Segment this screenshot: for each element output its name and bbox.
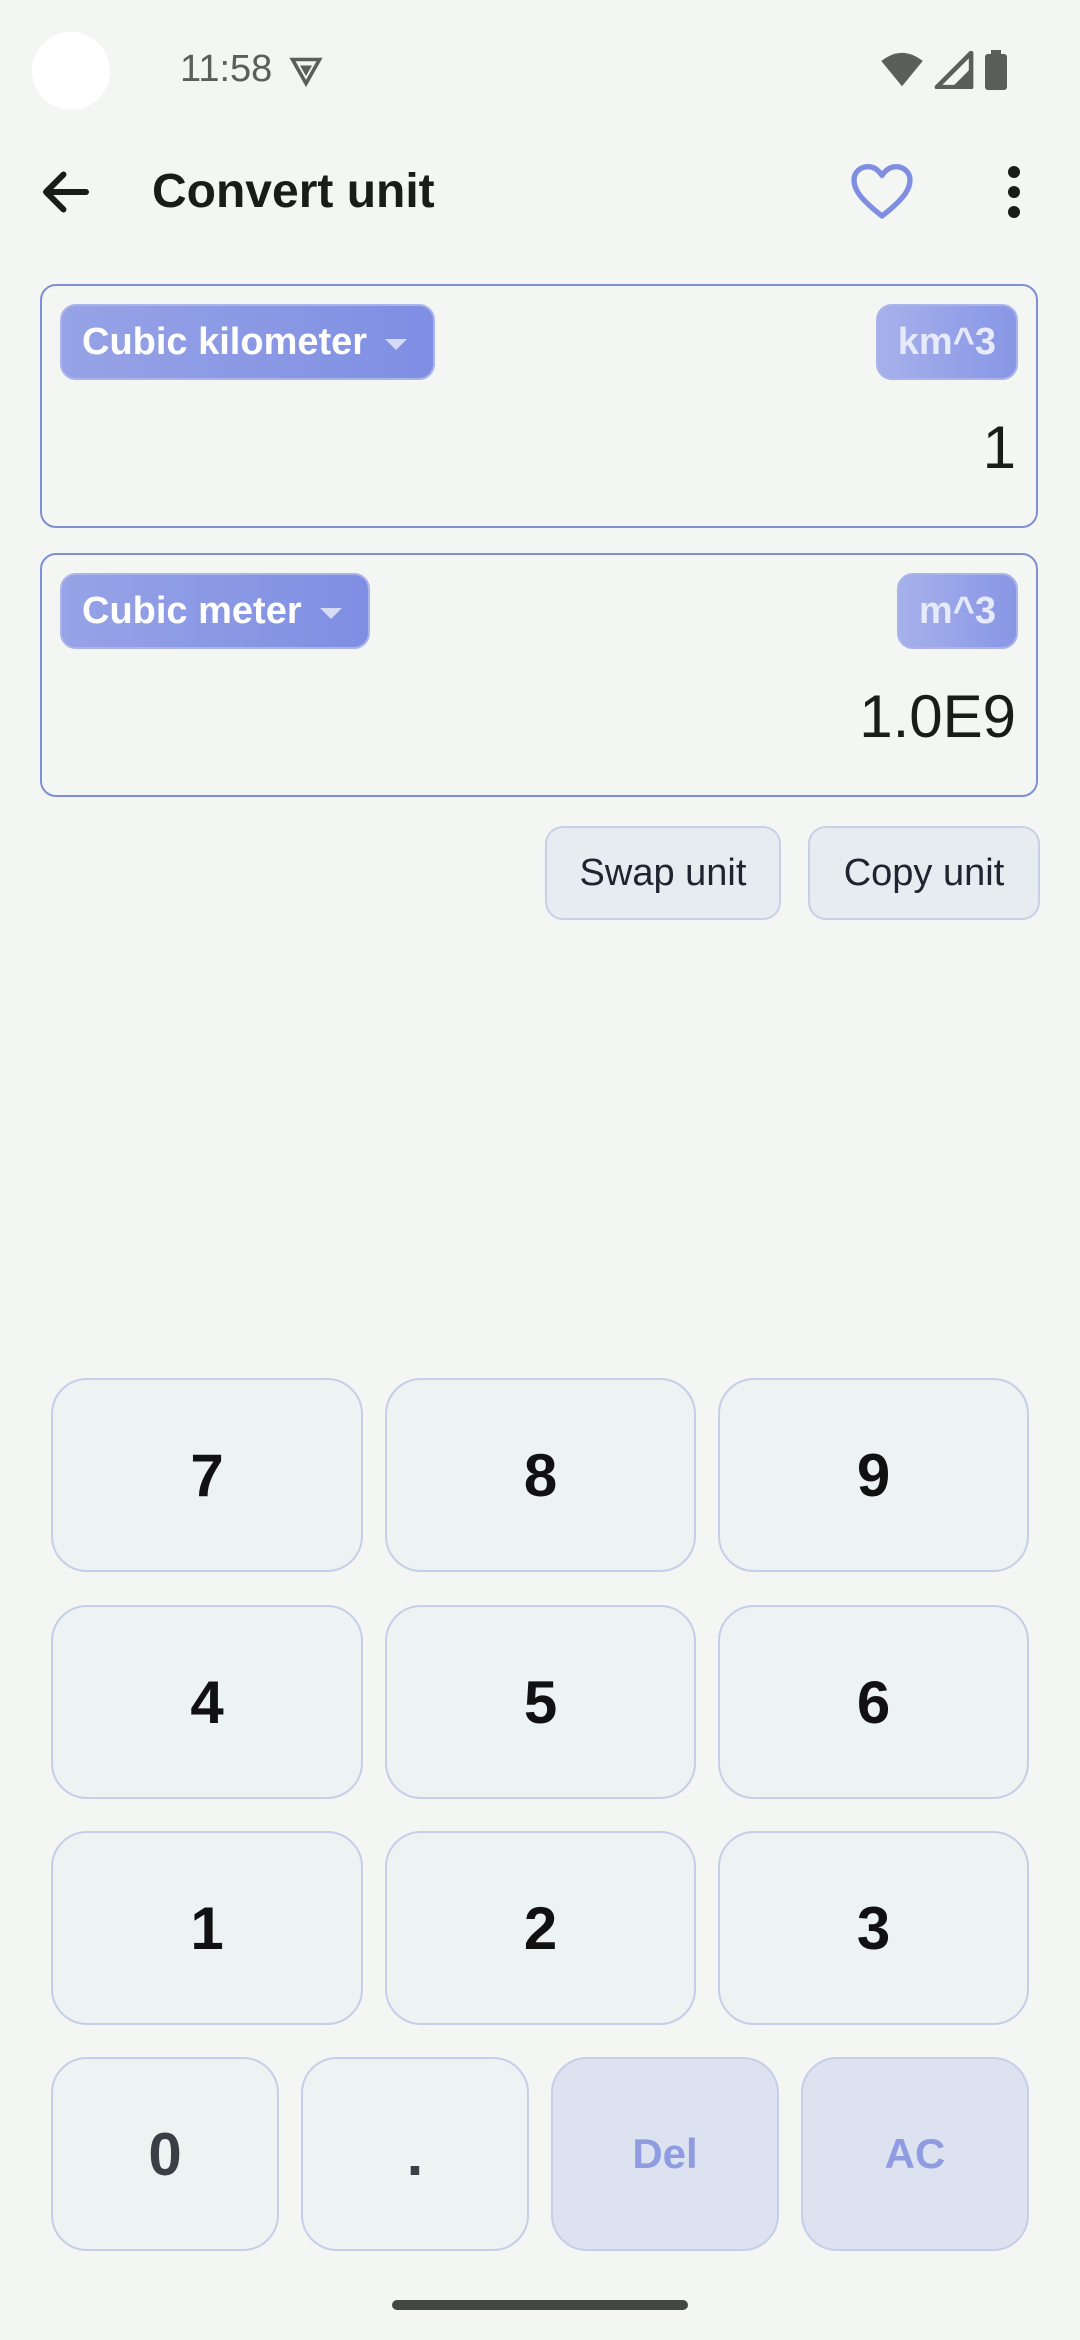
- status-bar: 11:58: [0, 0, 1080, 140]
- signal-icon: [934, 51, 974, 89]
- key-2[interactable]: 2: [385, 1831, 696, 2025]
- status-time: 11:58: [180, 48, 273, 90]
- key-4[interactable]: 4: [51, 1605, 363, 1799]
- from-unit-name: Cubic kilometer: [82, 320, 368, 363]
- back-arrow-icon[interactable]: [36, 162, 96, 222]
- key-decimal[interactable]: .: [301, 2057, 529, 2251]
- to-unit-name: Cubic meter: [82, 589, 302, 632]
- from-unit-value: 1: [982, 414, 1016, 481]
- to-unit-card[interactable]: Cubic meter m^3 1.0E9: [40, 553, 1038, 797]
- to-unit-selector[interactable]: Cubic meter: [60, 573, 370, 649]
- delete-button[interactable]: Del: [551, 2057, 779, 2251]
- key-3[interactable]: 3: [718, 1831, 1029, 2025]
- key-9[interactable]: 9: [718, 1378, 1029, 1572]
- battery-icon: [985, 50, 1007, 90]
- from-unit-selector[interactable]: Cubic kilometer: [60, 304, 436, 380]
- key-8[interactable]: 8: [385, 1378, 696, 1572]
- key-7[interactable]: 7: [51, 1378, 363, 1572]
- from-unit-card[interactable]: Cubic kilometer km^3 1: [40, 284, 1038, 528]
- from-unit-symbol: km^3: [875, 304, 1018, 380]
- vpn-key-icon: [289, 57, 323, 88]
- dropdown-caret-icon: [319, 607, 342, 619]
- more-vert-icon[interactable]: [990, 162, 1038, 222]
- swap-unit-button[interactable]: Swap unit: [545, 826, 781, 920]
- to-unit-symbol: m^3: [896, 573, 1018, 649]
- page-title: Convert unit: [152, 165, 435, 218]
- copy-unit-button[interactable]: Copy unit: [808, 826, 1040, 920]
- key-6[interactable]: 6: [718, 1605, 1029, 1799]
- dropdown-caret-icon: [385, 338, 408, 350]
- heart-icon[interactable]: [850, 162, 914, 222]
- wifi-icon: [881, 52, 923, 87]
- key-5[interactable]: 5: [385, 1605, 696, 1799]
- home-indicator[interactable]: [392, 2300, 688, 2310]
- key-0[interactable]: 0: [51, 2057, 279, 2251]
- camera-cutout: [32, 32, 110, 110]
- key-1[interactable]: 1: [51, 1831, 363, 2025]
- app-bar: Convert unit: [0, 140, 1080, 242]
- to-unit-value: 1.0E9: [859, 683, 1016, 750]
- all-clear-button[interactable]: AC: [801, 2057, 1029, 2251]
